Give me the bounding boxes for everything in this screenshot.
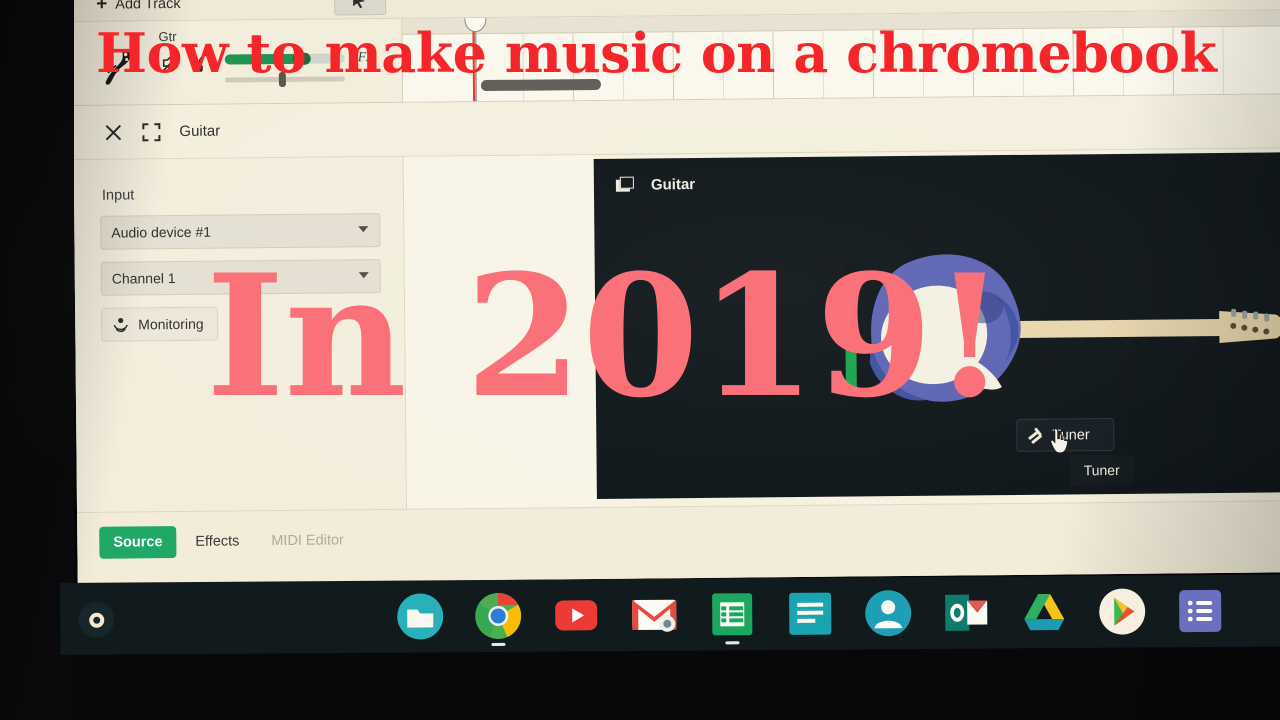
outlook-app-icon[interactable] [942,589,990,637]
plus-icon: + [96,0,108,15]
monitoring-button[interactable]: Monitoring [101,306,219,342]
tab-effects[interactable]: Effects [181,525,253,558]
gmail-app-icon[interactable] [630,591,678,639]
hand-pointer-cursor [1050,428,1069,454]
google-drive-app-icon[interactable] [1020,588,1068,636]
instrument-panel-header: Guitar [615,176,696,194]
screenshot-root: + Add Track Gtr Fx Guitar Input Audio de… [0,0,1280,720]
pointer-tool-icon [353,0,366,9]
pointer-tool-button[interactable] [334,0,387,16]
chrome-app-icon[interactable] [474,592,522,640]
contacts-app-icon[interactable] [864,589,912,637]
editor-panel-header: Guitar [73,94,1280,160]
expand-icon[interactable] [141,122,161,142]
tuner-tooltip: Tuner [1069,454,1134,486]
tab-source[interactable]: Source [99,526,177,559]
editor-tab-bar: Source Effects MIDI Editor [77,500,1280,584]
add-track-label: Add Track [115,0,181,13]
play-store-app-icon[interactable] [1098,587,1146,635]
chromeos-shelf [60,574,1280,655]
input-label: Input [101,187,135,204]
launcher-circle-icon[interactable] [78,601,115,638]
panel-title: Guitar [179,122,221,140]
add-track-button[interactable]: + Add Track [96,0,181,15]
monitoring-icon [113,317,128,332]
chevron-down-icon [358,226,369,233]
files-app-icon[interactable] [396,592,444,640]
tuning-fork-icon [1028,427,1042,444]
input-device-value: Audio device #1 [111,223,212,241]
window-icon [615,176,635,194]
video-title-overlay: How to make music on a chromebook [96,21,1217,85]
youtube-app-icon[interactable] [552,591,600,639]
google-docs-app-icon[interactable] [786,590,834,638]
tasks-app-icon[interactable] [1176,587,1224,635]
close-icon[interactable] [103,122,123,142]
instrument-panel-title: Guitar [650,176,696,194]
monitoring-label: Monitoring [138,315,204,333]
video-subtitle-overlay: In 2019! [206,237,1007,435]
tab-midi-editor: MIDI Editor [271,532,344,550]
google-sheets-app-icon[interactable] [708,590,756,638]
chrome-running-indicator [491,642,506,646]
sheets-running-indicator [725,641,740,645]
input-channel-value: Channel 1 [111,270,176,287]
